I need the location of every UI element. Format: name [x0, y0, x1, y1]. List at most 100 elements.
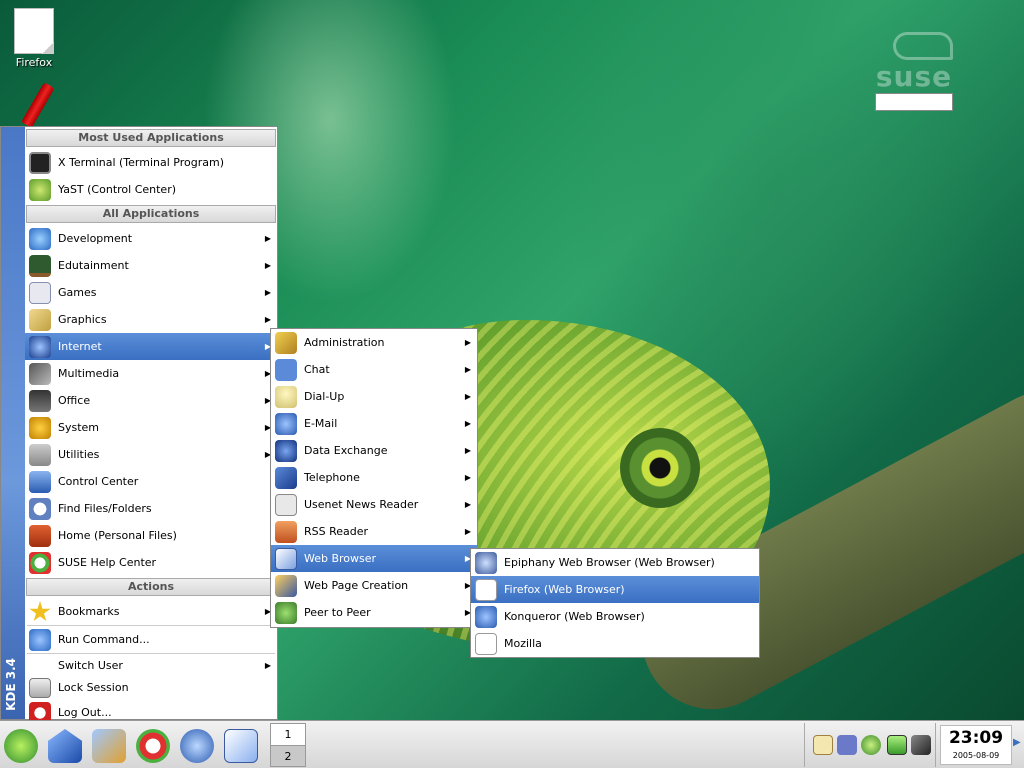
menu-item-lock-session[interactable]: Lock Session [25, 677, 277, 699]
home-icon [29, 525, 51, 547]
telephone-icon [275, 467, 297, 489]
clock[interactable]: 23:09 2005-08-09 [940, 725, 1012, 765]
yast-icon [29, 179, 51, 201]
kmenu-header-most-used: Most Used Applications [26, 129, 276, 147]
chat-icon [275, 359, 297, 381]
submenu-item-rss[interactable]: RSS Reader ▶ [271, 518, 477, 545]
submenu-item-firefox[interactable]: Firefox (Web Browser) [471, 576, 759, 603]
utilities-icon [29, 444, 51, 466]
control-icon[interactable] [92, 729, 126, 763]
menu-item-label: Graphics [58, 313, 107, 326]
submenu-arrow-icon: ▶ [264, 288, 271, 297]
menu-item-label: Usenet News Reader [304, 498, 419, 511]
menu-item-internet[interactable]: Internet ▶ [25, 333, 277, 360]
help-icon[interactable] [136, 729, 170, 763]
internet-submenu: Administration ▶ Chat ▶ Dial-Up ▶ E-Mail ▶ D… [270, 328, 478, 628]
mute-icon[interactable] [911, 735, 931, 755]
submenu-item-dialup[interactable]: Dial-Up ▶ [271, 383, 477, 410]
menu-item-label: Switch User [58, 659, 123, 672]
office-icon [29, 390, 51, 412]
news-icon [275, 494, 297, 516]
desktop-icon-label: Firefox [15, 56, 53, 69]
menu-item-label: Telephone [304, 471, 360, 484]
submenu-item-konqueror[interactable]: Konqueror (Web Browser) [471, 603, 759, 630]
lock-icon [29, 678, 51, 698]
p2p-icon [275, 602, 297, 624]
menu-item-development[interactable]: Development ▶ [25, 225, 277, 252]
menu-item-games[interactable]: Games ▶ [25, 279, 277, 306]
mail-icon[interactable] [224, 729, 258, 763]
submenu-item-email[interactable]: E-Mail ▶ [271, 410, 477, 437]
pen-icon [21, 82, 55, 128]
panel-hide-arrow-icon[interactable]: ▶ [1013, 737, 1021, 748]
document-icon [14, 8, 54, 54]
menu-item-label: Mozilla [504, 637, 542, 650]
menu-item-control-center[interactable]: Control Center [25, 468, 277, 495]
menu-item-suse-help[interactable]: SUSE Help Center [25, 549, 277, 576]
submenu-item-p2p[interactable]: Peer to Peer ▶ [271, 599, 477, 626]
submenu-item-data-exchange[interactable]: Data Exchange ▶ [271, 437, 477, 464]
battery-icon[interactable] [887, 735, 907, 755]
submenu-item-administration[interactable]: Administration ▶ [271, 329, 477, 356]
menu-item-label: RSS Reader [304, 525, 369, 538]
mozilla-icon [475, 633, 497, 655]
menu-item-office[interactable]: Office ▶ [25, 387, 277, 414]
menu-item-label: Games [58, 286, 97, 299]
menu-item-yast[interactable]: YaST (Control Center) [25, 176, 277, 203]
email-icon [275, 413, 297, 435]
printer-icon[interactable] [837, 735, 857, 755]
menu-item-label: Utilities [58, 448, 100, 461]
suse-gecko-icon [893, 32, 953, 60]
system-icon [29, 417, 51, 439]
suse-updater-icon[interactable] [861, 735, 881, 755]
menu-item-find-files[interactable]: Find Files/Folders [25, 495, 277, 522]
desktop-icon-pen[interactable] [18, 82, 58, 128]
menu-item-label: Chat [304, 363, 330, 376]
submenu-item-mozilla[interactable]: Mozilla [471, 630, 759, 657]
konqueror-icon [475, 606, 497, 628]
menu-item-utilities[interactable]: Utilities ▶ [25, 441, 277, 468]
menu-item-label: Office [58, 394, 91, 407]
menu-item-label: Control Center [58, 475, 139, 488]
submenu-item-chat[interactable]: Chat ▶ [271, 356, 477, 383]
submenu-arrow-icon: ▶ [464, 446, 471, 455]
menu-item-home[interactable]: Home (Personal Files) [25, 522, 277, 549]
menu-item-label: Internet [58, 340, 102, 353]
menu-item-bookmarks[interactable]: Bookmarks ▶ [25, 598, 277, 625]
menu-item-label: Konqueror (Web Browser) [504, 610, 645, 623]
clock-time: 23:09 [948, 728, 1004, 748]
submenu-item-epiphany[interactable]: Epiphany Web Browser (Web Browser) [471, 549, 759, 576]
kmenu-sidebar-label: KDE 3.4 [4, 658, 18, 711]
menu-item-run-command[interactable]: Run Command... [25, 626, 277, 653]
konqueror-icon[interactable] [180, 729, 214, 763]
submenu-arrow-icon: ▶ [464, 419, 471, 428]
pager-desktop-2[interactable]: 2 [271, 745, 305, 766]
submenu-item-web-page-creation[interactable]: Web Page Creation ▶ [271, 572, 477, 599]
menu-item-xterminal[interactable]: X Terminal (Terminal Program) [25, 149, 277, 176]
home-icon[interactable] [48, 729, 82, 763]
menu-item-multimedia[interactable]: Multimedia ▶ [25, 360, 277, 387]
menu-item-system[interactable]: System ▶ [25, 414, 277, 441]
menu-item-graphics[interactable]: Graphics ▶ [25, 306, 277, 333]
taskbar: 1 2 23:09 2005-08-09 ▶ [0, 720, 1024, 768]
web-browser-icon [275, 548, 297, 570]
submenu-arrow-icon: ▶ [464, 392, 471, 401]
pager-desktop-1[interactable]: 1 [271, 724, 305, 745]
menu-item-label: Dial-Up [304, 390, 345, 403]
menu-item-label: Administration [304, 336, 385, 349]
menu-item-label: SUSE Help Center [58, 556, 157, 569]
submenu-arrow-icon: ▶ [464, 365, 471, 374]
dialup-icon [275, 386, 297, 408]
menu-item-label: Peer to Peer [304, 606, 371, 619]
submenu-item-web-browser[interactable]: Web Browser ▶ [271, 545, 477, 572]
suse-start-icon[interactable] [4, 729, 38, 763]
help-icon [29, 552, 51, 574]
menu-item-edutainment[interactable]: Edutainment ▶ [25, 252, 277, 279]
suse-logo-mark: suse [875, 60, 953, 93]
internet-icon [29, 336, 51, 358]
menu-item-switch-user[interactable]: Switch User ▶ [25, 654, 277, 677]
submenu-item-usenet[interactable]: Usenet News Reader ▶ [271, 491, 477, 518]
submenu-item-telephone[interactable]: Telephone ▶ [271, 464, 477, 491]
desktop-icon-firefox[interactable]: Firefox [8, 8, 60, 69]
klipper-icon[interactable] [813, 735, 833, 755]
